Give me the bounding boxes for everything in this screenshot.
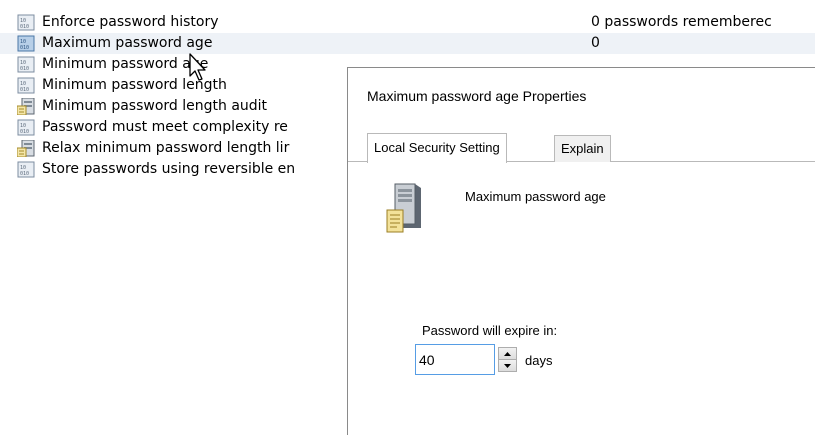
policy-name: Password must meet complexity re xyxy=(42,119,288,135)
policy-name: Enforce password history xyxy=(42,14,219,30)
svg-text:010: 010 xyxy=(20,87,29,93)
spin-down-button[interactable] xyxy=(498,359,517,372)
policy-row-maximum-password-age[interactable]: 10 010 Maximum password age 0 xyxy=(0,33,815,54)
policy-name: Maximum password age xyxy=(42,35,213,51)
audit-policy-icon xyxy=(17,98,35,115)
policy-name: Minimum password length audit xyxy=(42,98,268,114)
tab-explain[interactable]: Explain xyxy=(554,135,611,162)
setting-name: Maximum password age xyxy=(465,189,606,204)
svg-text:010: 010 xyxy=(20,129,29,135)
policy-value: 0 xyxy=(591,35,600,51)
days-spinner[interactable] xyxy=(498,347,517,373)
svg-text:010: 010 xyxy=(20,45,29,51)
server-icon xyxy=(386,183,421,233)
policy-row-enforce-password-history[interactable]: 10 010 Enforce password history 0 passwo… xyxy=(0,12,815,33)
dialog-title: Maximum password age Properties xyxy=(367,88,587,104)
svg-text:010: 010 xyxy=(20,171,29,177)
svg-text:010: 010 xyxy=(20,66,29,72)
mouse-cursor-icon xyxy=(189,53,206,81)
tab-local-security-setting[interactable]: Local Security Setting xyxy=(367,133,507,163)
policy-icon: 10 010 xyxy=(17,119,35,136)
policy-value: 0 passwords rememberec xyxy=(591,14,772,30)
svg-text:010: 010 xyxy=(20,24,29,30)
policy-name: Relax minimum password length lir xyxy=(42,140,290,156)
policy-name: Store passwords using reversible en xyxy=(42,161,296,177)
policy-icon: 10 010 xyxy=(17,35,35,52)
properties-dialog: Maximum password age Properties Local Se… xyxy=(347,67,815,435)
days-label: days xyxy=(525,353,553,368)
policy-icon: 10 010 xyxy=(17,56,35,73)
policy-icon: 10 010 xyxy=(17,14,35,31)
expire-label: Password will expire in: xyxy=(422,323,558,338)
arrow-down-icon xyxy=(504,363,511,368)
policy-icon: 10 010 xyxy=(17,161,35,178)
arrow-up-icon xyxy=(504,351,511,356)
policy-name: Minimum password age xyxy=(42,56,209,72)
tab-strip: Local Security Setting Explain xyxy=(348,133,815,163)
audit-policy-icon xyxy=(17,140,35,157)
expire-days-input[interactable] xyxy=(415,344,495,375)
policy-icon: 10 010 xyxy=(17,77,35,94)
